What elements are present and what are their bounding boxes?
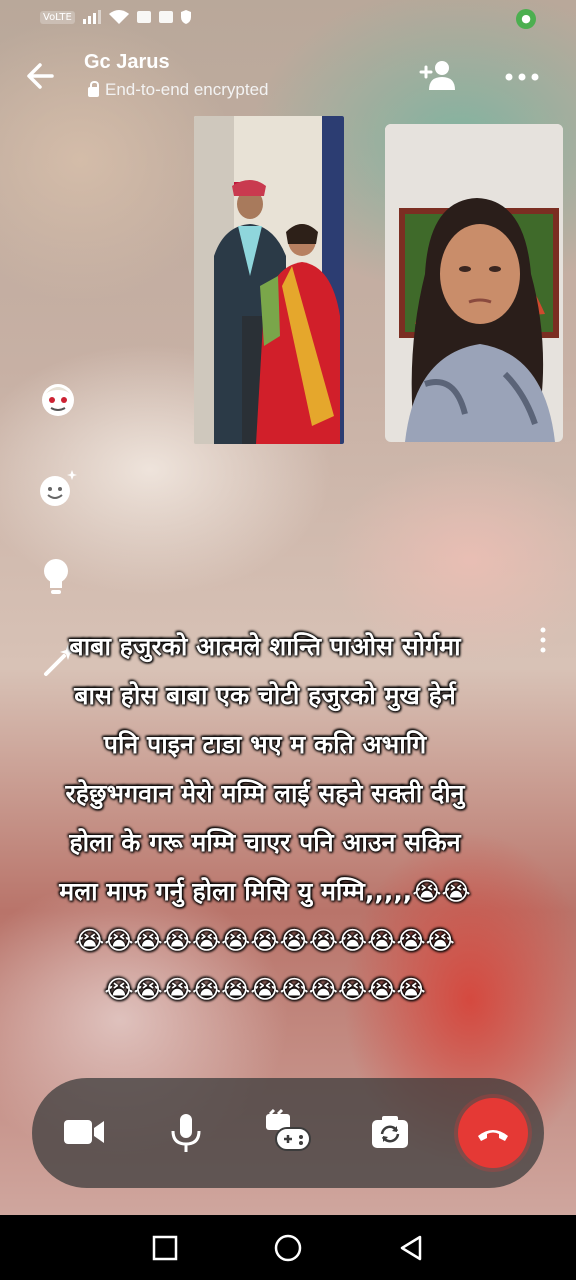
group-title[interactable]: Gc Jarus xyxy=(84,51,170,74)
face-filter-icon[interactable] xyxy=(38,380,78,420)
caption-line: पनि पाइन टाडा भए म कति अभागि xyxy=(103,730,427,759)
system-navigation-bar xyxy=(0,1215,576,1280)
call-controls xyxy=(32,1078,544,1188)
caption-line: 😭😭😭😭😭😭😭😭😭😭😭 xyxy=(104,975,426,1004)
video-toggle-button[interactable] xyxy=(56,1104,112,1160)
caption-options-icon[interactable] xyxy=(536,626,550,654)
sparkle-smiley-icon[interactable] xyxy=(38,468,78,508)
woman-video-frame xyxy=(385,124,563,442)
more-options-button[interactable] xyxy=(502,62,542,92)
caption-line: बाबा हजुरको आत्मले शान्ति पाओस सोर्गमा xyxy=(69,632,461,661)
back-button[interactable] xyxy=(22,58,58,94)
end-call-icon xyxy=(478,1130,508,1141)
participant-video-woman[interactable] xyxy=(385,124,563,442)
call-header: Gc Jarus End-to-end encrypted xyxy=(0,40,576,110)
caption-overlay: बाबा हजुरको आत्मले शान्ति पाओस सोर्गमा ब… xyxy=(10,622,520,1014)
recent-apps-button[interactable] xyxy=(150,1233,180,1263)
add-person-button[interactable] xyxy=(418,58,458,94)
encryption-label: End-to-end encrypted xyxy=(105,80,269,99)
status-bar: VoLTE ● xyxy=(0,0,576,38)
video-status-icon xyxy=(158,11,173,23)
lightbulb-icon[interactable] xyxy=(38,556,78,596)
caption-line: होला के गरू मम्मि चाएर पनि आउन सकिन xyxy=(69,828,461,857)
caption-line: रहेछुभगवान मेरो मम्मि लाई सहने सक्ती दीन… xyxy=(65,779,465,808)
encryption-status: End-to-end encrypted xyxy=(88,80,269,100)
lock-icon xyxy=(88,80,99,97)
home-button[interactable] xyxy=(273,1233,303,1263)
caption-line: बास होस बाबा एक चोटी हजुरको मुख हेर्न xyxy=(74,681,456,710)
microphone-button[interactable] xyxy=(158,1104,214,1160)
wifi-icon xyxy=(108,10,129,24)
caption-line: 😭😭😭😭😭😭😭😭😭😭😭😭😭 xyxy=(75,926,455,955)
participant-video-couple[interactable] xyxy=(194,116,344,444)
flip-camera-button[interactable] xyxy=(362,1104,418,1160)
couple-video-frame xyxy=(194,116,344,444)
effects-game-button[interactable] xyxy=(260,1104,316,1160)
mic-in-use-icon: ● xyxy=(516,9,536,29)
volte-indicator: VoLTE xyxy=(40,10,75,24)
caption-line: मला माफ गर्नु होला मिसि यु मम्मि,,,,,😭😭 xyxy=(59,877,471,906)
shield-status-icon xyxy=(180,10,191,24)
system-back-button[interactable] xyxy=(396,1233,426,1263)
camera-status-icon xyxy=(136,11,151,23)
signal-icon xyxy=(82,10,101,24)
end-call-button[interactable] xyxy=(458,1098,528,1168)
